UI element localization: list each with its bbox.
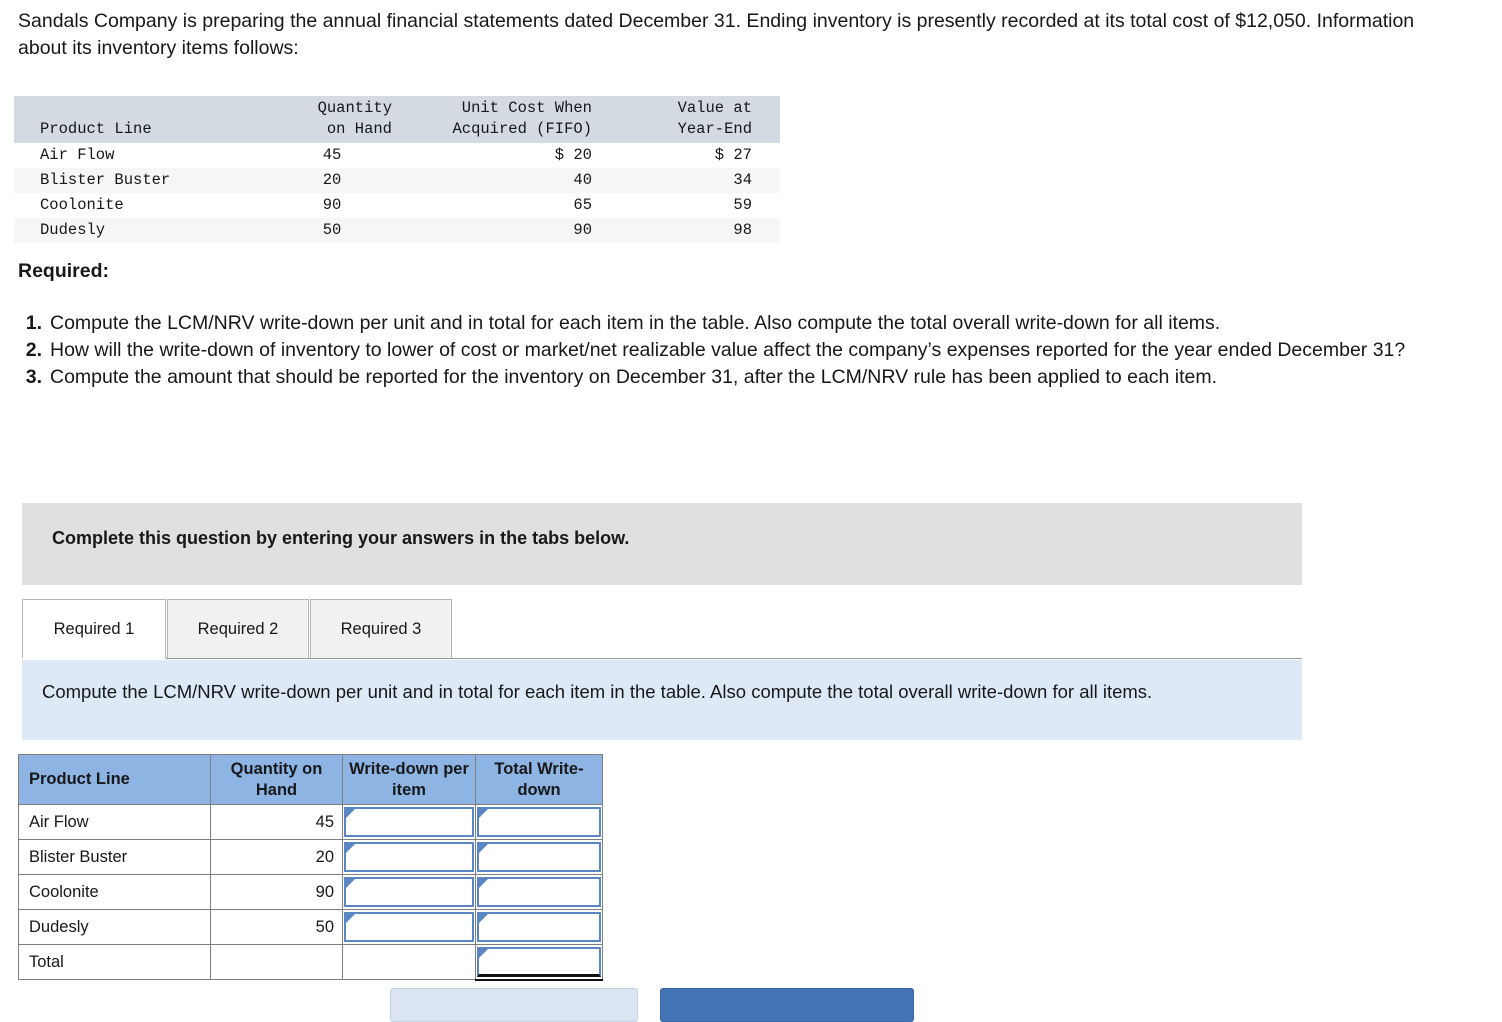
answer-table-row: Coolonite 90 xyxy=(18,874,603,910)
input-box[interactable] xyxy=(477,807,601,837)
column-header-product-line: Product Line xyxy=(14,96,262,143)
complete-question-banner: Complete this question by entering your … xyxy=(22,503,1302,585)
table-row: Air Flow 45 $ 20 $ 27 xyxy=(14,143,780,168)
column-header-value-year-end: Value at Year-End xyxy=(602,96,780,143)
input-total-write-down-dudesly[interactable] xyxy=(475,909,603,945)
input-total-overall-write-down[interactable] xyxy=(475,944,603,981)
cell-unit-cost: 90 xyxy=(402,218,602,243)
input-box[interactable] xyxy=(344,807,474,837)
answer-cell-quantity: 90 xyxy=(210,874,343,910)
required-item-number: 1. xyxy=(25,312,42,334)
answer-cell-product-line: Dudesly xyxy=(18,909,211,945)
input-total-write-down-blister-buster[interactable] xyxy=(475,839,603,875)
input-box[interactable] xyxy=(477,912,601,942)
input-box[interactable] xyxy=(477,947,601,977)
input-box[interactable] xyxy=(344,877,474,907)
required-item-1: 1. Compute the LCM/NRV write-down per un… xyxy=(18,310,1428,337)
cell-product-line: Blister Buster xyxy=(14,168,262,193)
answer-cell-total-quantity xyxy=(210,944,343,980)
cell-quantity: 20 xyxy=(262,168,402,193)
input-box[interactable] xyxy=(477,842,601,872)
input-total-write-down-air-flow[interactable] xyxy=(475,804,603,840)
tab-label: Required 2 xyxy=(197,619,279,638)
tab-strip: Required 1 Required 2 Required 3 xyxy=(22,599,1302,659)
tab-required-2[interactable]: Required 2 xyxy=(167,599,309,658)
tab-required-3[interactable]: Required 3 xyxy=(310,599,452,658)
table-row: Dudesly 50 90 98 xyxy=(14,218,780,243)
required-item-2: 2. How will the write-down of inventory … xyxy=(18,337,1428,364)
cell-product-line: Dudesly xyxy=(14,218,262,243)
answer-table-row: Blister Buster 20 xyxy=(18,839,603,875)
answer-cell-quantity: 45 xyxy=(210,804,343,840)
required-item-3: 3. Compute the amount that should be rep… xyxy=(18,364,1428,391)
answer-column-header-product-line: Product Line xyxy=(18,754,211,805)
problem-statement: Sandals Company is preparing the annual … xyxy=(18,10,1415,59)
required-item-number: 3. xyxy=(25,366,42,388)
table-row: Coolonite 90 65 59 xyxy=(14,193,780,218)
table-header-row: Product Line Quantity on Hand Unit Cost … xyxy=(14,96,780,143)
answer-column-header-total-write-down: Total Write-down xyxy=(475,754,603,805)
cell-quantity: 45 xyxy=(322,146,342,164)
answer-cell-quantity: 20 xyxy=(210,839,343,875)
input-write-down-per-item-blister-buster[interactable] xyxy=(342,839,476,875)
cell-year-end-value: 98 xyxy=(602,218,780,243)
input-box[interactable] xyxy=(344,912,474,942)
cell-quantity: 90 xyxy=(322,196,342,214)
input-write-down-per-item-air-flow[interactable] xyxy=(342,804,476,840)
column-header-unit-cost: Unit Cost When Acquired (FIFO) xyxy=(402,96,602,143)
required-list: 1. Compute the LCM/NRV write-down per un… xyxy=(18,310,1428,391)
cell-unit-cost: $ 20 xyxy=(554,146,592,164)
table-row: Blister Buster 20 40 34 xyxy=(14,168,780,193)
cell-unit-cost: 40 xyxy=(402,168,602,193)
answer-column-header-quantity-on-hand: Quantity on Hand xyxy=(210,754,343,805)
cell-quantity: 50 xyxy=(262,218,402,243)
answer-table-row: Air Flow 45 xyxy=(18,804,603,840)
cell-year-end-value: 34 xyxy=(602,168,780,193)
cell-year-end-value: 59 xyxy=(733,196,752,214)
answer-table-total-row: Total xyxy=(18,944,603,981)
cell-product-line: Coolonite xyxy=(40,196,124,214)
tab-required-1[interactable]: Required 1 xyxy=(22,599,166,659)
answer-cell-product-line: Coolonite xyxy=(18,874,211,910)
tab-instruction-panel: Compute the LCM/NRV write-down per unit … xyxy=(22,660,1302,740)
column-header-quantity-on-hand: Quantity on Hand xyxy=(262,96,402,143)
answer-cell-product-line: Air Flow xyxy=(18,804,211,840)
tab-label: Required 3 xyxy=(340,619,422,638)
input-box[interactable] xyxy=(477,877,601,907)
required-heading: Required: xyxy=(18,260,110,282)
complete-question-banner-text: Complete this question by entering your … xyxy=(52,528,630,548)
answer-cell-quantity: 50 xyxy=(210,909,343,945)
required-item-number: 2. xyxy=(25,339,42,361)
required-item-text: Compute the amount that should be report… xyxy=(50,366,1218,388)
answer-table-header-row: Product Line Quantity on Hand Write-down… xyxy=(18,754,603,805)
cell-year-end-value: $ 27 xyxy=(714,146,752,164)
cell-unit-cost: 65 xyxy=(573,196,592,214)
tab-label: Required 1 xyxy=(53,619,135,638)
tab-instruction-text: Compute the LCM/NRV write-down per unit … xyxy=(42,681,1153,702)
answer-cell-total-label: Total xyxy=(18,944,211,980)
required-item-text: Compute the LCM/NRV write-down per unit … xyxy=(50,312,1221,334)
required-item-text: How will the write-down of inventory to … xyxy=(50,339,1406,361)
answer-column-header-write-down-per-item: Write-down per item xyxy=(342,754,476,805)
answer-cell-product-line: Blister Buster xyxy=(18,839,211,875)
inventory-data-table: Product Line Quantity on Hand Unit Cost … xyxy=(14,96,780,243)
input-write-down-per-item-coolonite[interactable] xyxy=(342,874,476,910)
next-required-button[interactable] xyxy=(660,988,914,1022)
cell-product-line: Air Flow xyxy=(40,146,115,164)
input-total-write-down-coolonite[interactable] xyxy=(475,874,603,910)
previous-required-button[interactable] xyxy=(390,988,638,1022)
input-write-down-per-item-dudesly[interactable] xyxy=(342,909,476,945)
answer-cell-total-write-down-per-item xyxy=(342,944,476,980)
answer-table-row: Dudesly 50 xyxy=(18,909,603,945)
input-box[interactable] xyxy=(344,842,474,872)
answer-entry-table: Product Line Quantity on Hand Write-down… xyxy=(18,754,603,981)
